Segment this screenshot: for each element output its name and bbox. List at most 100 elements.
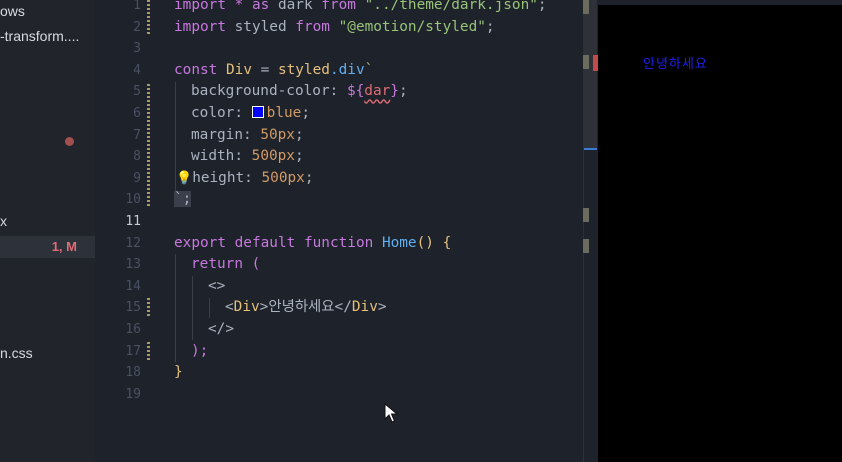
explorer-item-1[interactable]: ows <box>0 0 25 22</box>
git-change-marker[interactable] <box>147 298 150 316</box>
code-line-12[interactable]: export default function Home() { <box>174 233 451 255</box>
jsx-fragment-token: <> <box>208 277 226 294</box>
keyword-token: import <box>174 18 226 35</box>
punctuation-token: ; <box>485 18 495 35</box>
explorer-item-active[interactable]: 1, M <box>0 236 95 258</box>
code-line-8[interactable]: width: 500px; <box>191 146 304 168</box>
keyword-token: import <box>174 0 226 13</box>
lightbulb-icon[interactable]: 💡 <box>176 171 192 186</box>
line-number: 8 <box>133 149 141 165</box>
explorer-item-label: n.css <box>0 345 33 361</box>
scrollbar-slider[interactable] <box>584 0 597 148</box>
selected-text-token: `; <box>174 191 192 208</box>
line-number: 5 <box>133 84 141 100</box>
line-number: 10 <box>125 192 141 208</box>
preview-pane: 안녕하세요 <box>598 0 842 462</box>
line-number: 19 <box>125 386 141 402</box>
punctuation-token: ( <box>242 256 261 273</box>
line-number: 1 <box>133 0 141 13</box>
line-number-current: 11 <box>125 214 141 229</box>
code-line-10[interactable]: `; <box>174 189 192 211</box>
indent-guide <box>175 254 176 362</box>
code-line-13[interactable]: return ( <box>191 254 260 276</box>
line-number: 17 <box>125 343 141 359</box>
punctuation-token: > <box>377 299 387 316</box>
identifier-token: styled <box>277 61 330 78</box>
line-number: 4 <box>133 62 141 78</box>
line-number: 18 <box>125 365 141 381</box>
css-property-token: width: <box>191 148 252 165</box>
jsx-fragment-token: </> <box>208 321 234 337</box>
punctuation-token: < <box>225 299 234 316</box>
explorer-item-2[interactable]: -transform.... <box>0 25 79 47</box>
template-token: ` <box>364 61 374 78</box>
code-line-14[interactable]: <> <box>208 276 225 298</box>
code-line-1[interactable]: import * as dark from "../theme/dark.jso… <box>174 0 547 17</box>
identifier-token: Div <box>217 61 252 78</box>
problem-badge: 1, M <box>51 239 77 254</box>
keyword-token: as <box>251 0 270 13</box>
jsx-text-token: >안녕하세요</ <box>259 299 352 316</box>
color-swatch-icon[interactable] <box>251 106 264 118</box>
css-property-token: height: <box>192 169 262 186</box>
code-line-5[interactable]: background-color: ${dar}; <box>191 81 408 103</box>
code-line-17[interactable]: ); <box>191 341 208 363</box>
operator-token: = <box>251 61 278 78</box>
git-change-marker[interactable] <box>147 342 150 360</box>
punctuation-token: ; <box>304 169 314 186</box>
identifier-token: dark <box>269 0 322 13</box>
ruler-change-marker <box>583 55 589 69</box>
code-line-7[interactable]: margin: 50px; <box>191 125 304 147</box>
keyword-token: from <box>295 18 330 35</box>
keyword-token: export <box>174 234 226 251</box>
preview-div-text: 안녕하세요 <box>643 57 708 72</box>
keyword-token: function <box>295 234 374 251</box>
explorer-item-5[interactable]: n.css <box>0 342 33 364</box>
file-explorer: ows -transform.... x 1, M n.css <box>0 0 95 462</box>
ruler-change-marker <box>583 0 589 14</box>
explorer-item-label: -transform.... <box>0 28 80 44</box>
code-editor[interactable]: import * as dark from "../theme/dark.jso… <box>155 0 583 462</box>
explorer-item-3[interactable]: x <box>0 210 7 232</box>
keyword-token: const <box>174 61 218 78</box>
css-value-token: blue <box>266 105 302 121</box>
line-number: 6 <box>133 106 141 121</box>
interpolation-token: } <box>390 83 399 100</box>
interpolation-token: ${ <box>346 83 365 100</box>
jsx-tag-token: Div <box>233 299 260 316</box>
code-line-9[interactable]: 💡height: 500px; <box>176 168 314 190</box>
indent-guide <box>209 298 210 318</box>
punctuation-token: () { <box>416 234 452 251</box>
code-line-18[interactable]: } <box>174 362 183 384</box>
code-line-2[interactable]: import styled from "@emotion/styled"; <box>174 17 495 39</box>
git-change-marker[interactable] <box>147 0 150 34</box>
code-line-6[interactable]: color: blue; <box>191 103 310 125</box>
line-number: 3 <box>133 41 141 57</box>
punctuation-token: ); <box>191 342 209 359</box>
line-number: 7 <box>133 127 141 143</box>
code-line-16[interactable]: </> <box>208 319 234 341</box>
punctuation-token: ; <box>294 148 304 165</box>
operator-token: * <box>225 0 252 13</box>
indent-guide <box>192 276 193 340</box>
identifier-token: styled <box>225 18 296 35</box>
keyword-token: default <box>225 234 296 251</box>
code-line-4[interactable]: const Div = styled.div` <box>174 60 373 82</box>
line-number-gutter: 1 2 3 4 5 6 7 8 9 10 11 12 13 14 15 16 1… <box>95 0 155 462</box>
string-token: "../theme/dark.json" <box>355 0 538 13</box>
git-change-marker[interactable] <box>147 84 150 208</box>
error-squiggle-token: dar <box>364 83 391 100</box>
code-line-15[interactable]: <Div>안녕하세요</Div> <box>225 297 387 319</box>
css-property-token: background-color: <box>191 83 347 100</box>
explorer-item-label: ows <box>0 3 25 19</box>
css-value-token: 500px <box>261 169 305 186</box>
ruler-change-marker <box>583 208 589 222</box>
line-number: 15 <box>125 300 141 316</box>
line-number: 16 <box>125 322 141 337</box>
mouse-pointer-icon <box>384 403 398 423</box>
css-property-token: margin: <box>191 126 261 143</box>
string-token: "@emotion/styled" <box>329 18 486 35</box>
jsx-tag-token: Div <box>351 299 378 316</box>
css-value-token: 50px <box>260 126 295 143</box>
punctuation-token: ; <box>537 0 547 13</box>
